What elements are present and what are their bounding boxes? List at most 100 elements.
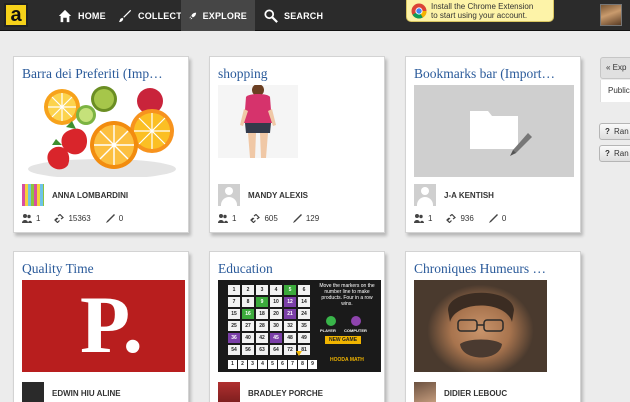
collection-card[interactable]: Education 1 2 3 4 5 6 7 8 9 10 12 14 15 16 18 20 21 24 25 2…	[209, 251, 385, 402]
grid-cell: 40	[242, 333, 254, 343]
card-title[interactable]: Quality Time	[22, 261, 186, 277]
nav-explore[interactable]: EXPLORE	[181, 0, 255, 31]
grid-cell: 45	[270, 333, 282, 343]
followers-count: 1	[428, 214, 433, 223]
top-navigation-bar: a HOME COLLECT EXPLORE SEARCH Install th…	[0, 0, 630, 31]
grid-cell: 14	[298, 297, 310, 307]
number-line-cell[interactable]: 2	[238, 360, 247, 369]
random-button[interactable]: ? Ran	[599, 145, 630, 162]
grid-cell: 27	[242, 321, 254, 331]
chrome-extension-line-2: to start using your account.	[431, 10, 528, 20]
card-owner[interactable]: EDWIN HIU ALINE	[22, 382, 121, 402]
chrome-logo-icon	[411, 3, 427, 19]
card-title[interactable]: Education	[218, 261, 382, 277]
grid-cell: 21	[284, 309, 296, 319]
owner-avatar[interactable]	[218, 184, 240, 206]
owner-avatar[interactable]	[22, 184, 44, 206]
grid-cell: 6	[298, 285, 310, 295]
nav-home[interactable]: HOME	[50, 0, 114, 31]
owner-name[interactable]: BRADLEY PORCHE	[248, 389, 323, 398]
grid-cell: 2	[242, 285, 254, 295]
public-filter[interactable]: Public	[600, 80, 630, 102]
card-thumbnail-fruit[interactable]	[22, 85, 182, 177]
grid-cell: 18	[256, 309, 268, 319]
user-avatar[interactable]	[600, 4, 622, 26]
number-line-cell[interactable]: 1	[228, 360, 237, 369]
new-game-button[interactable]: NEW GAME	[325, 336, 361, 344]
collection-card[interactable]: shopping MANDY ALEXIS 1 605 129	[209, 56, 385, 233]
card-title[interactable]: Barra dei Preferiti (Imp…	[22, 66, 186, 82]
computer-label: COMPUTER	[344, 328, 367, 333]
card-owner[interactable]: J-A KENTISH	[414, 184, 494, 206]
thumbnail-logo-text: P.	[80, 280, 144, 370]
card-stats: 1 936 0	[414, 214, 506, 223]
owner-avatar[interactable]	[218, 382, 240, 402]
owner-avatar[interactable]	[22, 382, 44, 402]
random-button-label: Ran	[614, 127, 629, 136]
number-line-cell[interactable]: 5	[268, 360, 277, 369]
owner-name[interactable]: MANDY ALEXIS	[248, 191, 308, 200]
nav-collect-label: COLLECT	[138, 10, 182, 21]
shopping-image	[218, 85, 298, 158]
owner-name[interactable]: DIDIER LEBOUC	[444, 389, 507, 398]
owner-name[interactable]: EDWIN HIU ALINE	[52, 389, 121, 398]
grid-cell: 36	[228, 333, 240, 343]
card-thumbnail-education[interactable]: 1 2 3 4 5 6 7 8 9 10 12 14 15 16 18 20 21 24 25 27 28 30 32 35 3…	[218, 280, 381, 372]
nav-search[interactable]: SEARCH	[256, 0, 331, 31]
number-line-cell[interactable]: 4	[258, 360, 267, 369]
card-thumbnail-portrait[interactable]	[414, 280, 547, 372]
number-line-cell[interactable]: 8	[298, 360, 307, 369]
number-line-cell[interactable]: 3	[248, 360, 257, 369]
grid-cell: 10	[270, 297, 282, 307]
portrait-image	[448, 292, 514, 358]
card-thumbnail-shopping[interactable]	[218, 85, 298, 158]
grid-cell: 72	[284, 345, 296, 355]
nav-home-label: HOME	[78, 10, 106, 21]
app-logo[interactable]: a	[4, 3, 28, 27]
card-owner[interactable]: MANDY ALEXIS	[218, 184, 308, 206]
card-thumbnail-placeholder[interactable]	[414, 85, 574, 177]
fruit-image	[28, 86, 176, 177]
card-title[interactable]: shopping	[218, 66, 382, 82]
followers-count: 1	[232, 214, 237, 223]
followers-icon	[218, 214, 228, 223]
number-line-cell[interactable]: 9	[308, 360, 317, 369]
search-icon	[264, 8, 278, 23]
owner-name[interactable]: J-A KENTISH	[444, 191, 494, 200]
comment-pen-icon	[292, 214, 302, 223]
card-thumbnail-quality-time[interactable]: P.	[22, 280, 185, 372]
random-button[interactable]: ? Ran	[599, 123, 630, 140]
nav-explore-label: EXPLORE	[202, 10, 247, 21]
owner-avatar[interactable]	[414, 382, 436, 402]
links-count: 936	[460, 214, 474, 223]
collection-card[interactable]: Chroniques Humeurs … DIDIER LEBOUC	[405, 251, 581, 402]
collection-card[interactable]: Quality Time P. EDWIN HIU ALINE	[13, 251, 189, 402]
chrome-extension-banner[interactable]: Install the Chrome Extension to start us…	[406, 0, 554, 22]
grid-cell: 63	[256, 345, 268, 355]
followers-icon	[22, 214, 32, 223]
explore-panel-tab[interactable]: « Exp	[600, 57, 630, 79]
collection-card[interactable]: Barra dei Preferiti (Imp… ANNA LOMBARDIN…	[13, 56, 189, 233]
card-owner[interactable]: DIDIER LEBOUC	[414, 382, 507, 402]
collection-card[interactable]: Bookmarks bar (Import… J-A KENTISH 1 936…	[405, 56, 581, 233]
number-line-cell[interactable]: 7	[288, 360, 297, 369]
card-owner[interactable]: ANNA LOMBARDINI	[22, 184, 128, 206]
owner-avatar[interactable]	[414, 184, 436, 206]
card-owner[interactable]: BRADLEY PORCHE	[218, 382, 323, 402]
grid-cell: 64	[270, 345, 282, 355]
computer-marker	[351, 316, 361, 326]
number-line-cell[interactable]: 6	[278, 360, 287, 369]
card-stats: 1 15363 0	[22, 214, 123, 223]
nav-collect[interactable]: COLLECT	[110, 0, 190, 31]
card-title[interactable]: Bookmarks bar (Import…	[414, 66, 578, 82]
links-count: 15363	[68, 214, 91, 223]
nav-search-label: SEARCH	[284, 10, 324, 21]
comments-count: 129	[305, 214, 320, 223]
grid-cell: 5	[284, 285, 296, 295]
rocket-icon	[189, 12, 197, 19]
owner-name[interactable]: ANNA LOMBARDINI	[52, 191, 128, 200]
number-line: 123456789	[228, 360, 317, 369]
grid-cell: 7	[228, 297, 240, 307]
game-brand: HOODA MATH	[330, 357, 364, 363]
card-title[interactable]: Chroniques Humeurs …	[414, 261, 578, 277]
